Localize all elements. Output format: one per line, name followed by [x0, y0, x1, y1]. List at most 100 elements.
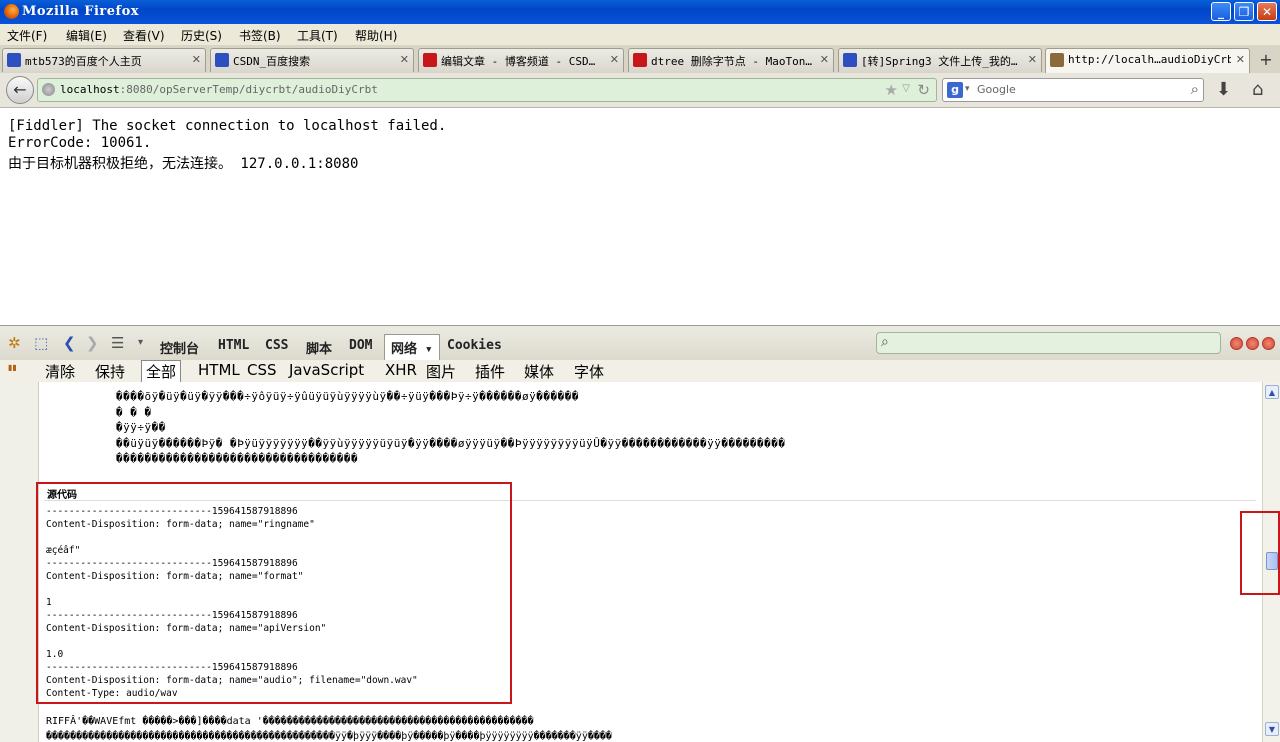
download-icon[interactable]: ⬇ — [1216, 79, 1231, 100]
error-line-2: ErrorCode: 10061. — [8, 135, 152, 151]
filter-media[interactable]: 媒体 — [524, 361, 554, 382]
navigation-bar: ← localhost:8080/opServerTemp/diycrbt/au… — [0, 73, 1280, 108]
tab-close-icon[interactable]: ✕ — [610, 53, 619, 66]
filter-images[interactable]: 图片 — [426, 361, 456, 382]
filter-fonts[interactable]: 字体 — [574, 361, 604, 382]
menu-help[interactable]: 帮助(H) — [355, 27, 397, 44]
nav-back-icon[interactable]: ❮ — [63, 334, 76, 352]
binary-line: ����������������������������������������… — [46, 731, 612, 742]
panel-dropdown-icon[interactable]: ▾ — [138, 337, 143, 348]
error-line-3: 由于目标机器积极拒绝，无法连接。 127.0.0.1:8080 — [8, 156, 359, 172]
back-button[interactable]: ← — [6, 76, 34, 104]
tab-edit-article[interactable]: 编辑文章 - 博客频道 - CSD… ✕ — [418, 48, 624, 72]
tab-close-icon[interactable]: ✕ — [820, 53, 829, 66]
tab-label: http://localh…audioDiyCrbt — [1068, 53, 1231, 66]
tab-close-icon[interactable]: ✕ — [192, 53, 201, 66]
google-icon[interactable]: g — [947, 82, 963, 98]
reload-icon[interactable]: ↻ — [917, 81, 930, 99]
inspect-icon[interactable]: ⬚ — [34, 334, 48, 352]
search-engine-dropdown-icon[interactable]: ▾ — [965, 84, 970, 94]
url-path: :8080/opServerTemp/diycrbt/audioDiyCrbt — [119, 83, 378, 96]
tab-close-icon[interactable]: ✕ — [1236, 53, 1245, 66]
tab-html[interactable]: HTML — [218, 338, 249, 353]
home-icon[interactable]: ⌂ — [1252, 79, 1263, 100]
url-dropdown-icon[interactable]: ▽ — [902, 83, 910, 94]
tab-label: dtree 删除字节点 - MaoTon… — [651, 55, 812, 68]
binary-line: ���������������������������������� — [116, 452, 359, 465]
firebug-search-input[interactable]: ⌕ — [876, 332, 1221, 354]
url-bar[interactable]: localhost:8080/opServerTemp/diycrbt/audi… — [37, 78, 937, 102]
firebug-bug-icon[interactable]: ✲ — [8, 334, 21, 352]
tab-close-icon[interactable]: ✕ — [1028, 53, 1037, 66]
tab-network[interactable]: 网络 ▾ — [384, 334, 440, 360]
panel-menu-icon[interactable]: ☰ — [111, 334, 124, 352]
tab-dom[interactable]: DOM — [349, 338, 372, 353]
error-line-1: [Fiddler] The socket connection to local… — [8, 118, 447, 134]
panel-gutter — [0, 382, 39, 742]
page-content: [Fiddler] The socket connection to local… — [0, 108, 1280, 325]
tab-bar: mtb573的百度个人主页 ✕ CSDN_百度搜索 ✕ 编辑文章 - 博客频道 … — [0, 45, 1280, 74]
tab-cookies[interactable]: Cookies — [447, 338, 502, 353]
close-window-button[interactable]: ✕ — [1257, 2, 1277, 21]
menu-edit[interactable]: 编辑(E) — [66, 27, 107, 44]
maximize-button[interactable]: ❐ — [1234, 2, 1254, 21]
menu-file[interactable]: 文件(F) — [7, 27, 47, 44]
filter-xhr[interactable]: XHR — [385, 361, 417, 379]
filter-plugins[interactable]: 插件 — [475, 361, 505, 382]
csdn-icon — [633, 53, 647, 67]
tab-console[interactable]: 控制台 — [160, 338, 199, 357]
csdn-icon — [423, 53, 437, 67]
tab-localhost[interactable]: http://localh…audioDiyCrbt ✕ — [1045, 48, 1250, 73]
tab-label: 编辑文章 - 博客频道 - CSD… — [441, 55, 596, 68]
firebug-detach-icon[interactable] — [1246, 337, 1259, 350]
search-icon: ⌕ — [881, 334, 889, 350]
binary-line: �ÿÿ÷ÿ�� — [116, 421, 166, 434]
binary-line: � � � — [116, 406, 152, 419]
filter-all[interactable]: 全部 — [141, 360, 182, 382]
binary-line: ��üÿüÿ������Þÿ� �Þÿüÿÿÿÿÿÿÿ��ÿÿùÿÿÿÿÿüÿü… — [116, 437, 786, 450]
window-titlebar: Mozilla Firefox _ ❐ ✕ — [0, 0, 1280, 24]
filter-css[interactable]: CSS — [247, 361, 277, 379]
network-filter-bar: ▮▮ 清除 保持 全部 HTML CSS JavaScript XHR 图片 插… — [0, 360, 1280, 383]
highlight-box — [36, 482, 512, 704]
xhr-icon[interactable]: ▮▮ — [8, 363, 24, 379]
new-tab-button[interactable]: + — [1256, 50, 1276, 70]
tab-script[interactable]: 脚本 — [306, 338, 332, 357]
tab-css[interactable]: CSS — [265, 338, 288, 353]
tab-baidu-home[interactable]: mtb573的百度个人主页 ✕ — [2, 48, 206, 72]
search-bar[interactable]: g ▾ Google ⌕ — [942, 78, 1204, 102]
tab-label: [转]Spring3 文件上传_我的… — [861, 55, 1018, 68]
scroll-down-icon[interactable]: ▼ — [1265, 722, 1279, 736]
url-host: localhost — [60, 83, 120, 96]
binary-line: ����õÿ�üÿ�üÿ�ÿÿ���÷ÿôÿüÿ÷ÿûüÿüÿùÿÿÿÿùÿ��… — [116, 390, 579, 403]
globe-icon — [42, 83, 55, 96]
scroll-up-icon[interactable]: ▲ — [1265, 385, 1279, 399]
menu-bookmarks[interactable]: 书签(B) — [239, 27, 281, 44]
menu-history[interactable]: 历史(S) — [181, 27, 222, 44]
search-placeholder: Google — [977, 83, 1016, 96]
filter-html[interactable]: HTML — [198, 361, 240, 379]
tab-label: mtb573的百度个人主页 — [25, 55, 142, 68]
minimize-button[interactable]: _ — [1211, 2, 1231, 21]
tab-dtree[interactable]: dtree 删除字节点 - MaoTon… ✕ — [628, 48, 834, 72]
firebug-minimize-icon[interactable] — [1230, 337, 1243, 350]
menu-tools[interactable]: 工具(T) — [297, 27, 338, 44]
nav-forward-icon[interactable]: ❯ — [86, 334, 99, 352]
bookmark-star-icon[interactable]: ★ — [885, 81, 898, 99]
search-icon[interactable]: ⌕ — [1191, 80, 1199, 98]
tab-label: CSDN_百度搜索 — [233, 55, 311, 68]
menu-bar: 文件(F) 编辑(E) 查看(V) 历史(S) 书签(B) 工具(T) 帮助(H… — [0, 24, 1280, 45]
page-icon — [1050, 53, 1064, 67]
network-panel: ����õÿ�üÿ�üÿ�ÿÿ���÷ÿôÿüÿ÷ÿûüÿüÿùÿÿÿÿùÿ��… — [0, 382, 1262, 742]
baidu-paw-icon — [215, 53, 229, 67]
tab-close-icon[interactable]: ✕ — [400, 53, 409, 66]
filter-javascript[interactable]: JavaScript — [289, 361, 364, 379]
firebug-toolbar: ✲ ⬚ ❮ ❯ ☰ ▾ 控制台 HTML CSS 脚本 DOM 网络 ▾ Coo… — [0, 325, 1280, 361]
persist-button[interactable]: 保持 — [95, 361, 125, 382]
baidu-paw-icon — [7, 53, 21, 67]
clear-button[interactable]: 清除 — [45, 361, 75, 382]
firebug-close-icon[interactable] — [1262, 337, 1275, 350]
menu-view[interactable]: 查看(V) — [123, 27, 165, 44]
tab-csdn-search[interactable]: CSDN_百度搜索 ✕ — [210, 48, 414, 72]
tab-spring-upload[interactable]: [转]Spring3 文件上传_我的… ✕ — [838, 48, 1042, 72]
